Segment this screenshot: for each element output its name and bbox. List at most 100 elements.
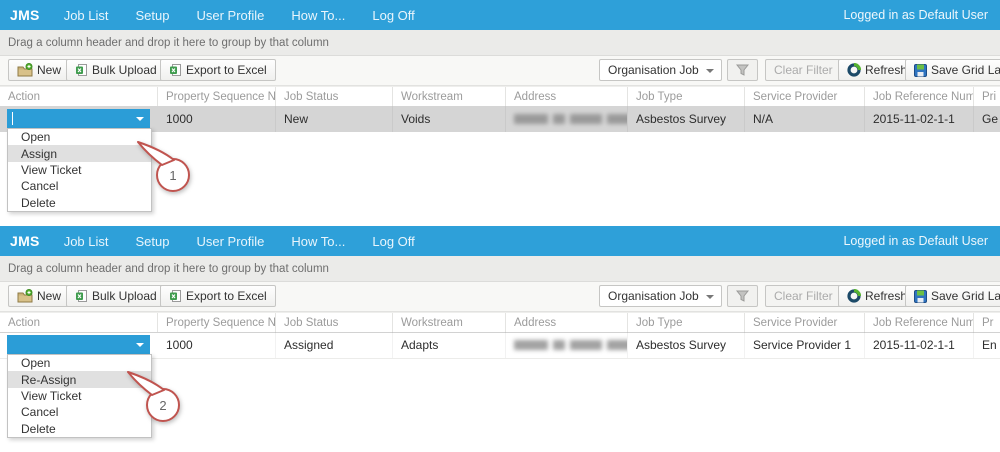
cell-service-provider: N/A (745, 106, 865, 132)
bulk-upload-button[interactable]: Bulk Upload (66, 59, 166, 81)
nav-item-user-profile[interactable]: User Profile (196, 8, 264, 23)
callout-balloon-1: 1 (137, 141, 190, 192)
view-selector-dropdown[interactable]: Organisation Job (599, 285, 722, 307)
cell-job-status: New (276, 106, 393, 132)
cell-address-redacted (506, 106, 628, 132)
top-nav-bar: JMS Job List Setup User Profile How To..… (0, 0, 1000, 30)
column-header-address[interactable]: Address (506, 87, 628, 106)
cell-job-type: Asbestos Survey (628, 332, 745, 358)
filter-button[interactable] (727, 59, 758, 81)
cell-job-reference-number: 2015-11-02-1-1 (865, 332, 974, 358)
save-grid-layout-button[interactable]: Save Grid Layout (905, 59, 1000, 81)
view-selector-value: Organisation Job (608, 289, 699, 303)
column-header-job-status[interactable]: Job Status (276, 313, 393, 332)
cell-property-sequence-no: 1000 (158, 332, 276, 358)
column-header-job-type[interactable]: Job Type (628, 87, 745, 106)
nav-item-how-to[interactable]: How To... (291, 234, 345, 249)
chevron-down-icon (706, 295, 714, 299)
excel-export-icon (170, 64, 181, 76)
action-combobox[interactable] (7, 109, 150, 128)
top-nav-bar: JMS Job List Setup User Profile How To..… (0, 226, 1000, 256)
filter-button[interactable] (727, 285, 758, 307)
column-header-priority[interactable]: Pr (974, 313, 1000, 332)
nav-item-user-profile[interactable]: User Profile (196, 234, 264, 249)
group-by-hint-text: Drag a column header and drop it here to… (8, 36, 329, 49)
cell-service-provider: Service Provider 1 (745, 332, 865, 358)
app-logo: JMS (10, 7, 40, 23)
nav-item-setup[interactable]: Setup (136, 8, 170, 23)
callout-number: 2 (159, 398, 166, 413)
export-to-excel-button[interactable]: Export to Excel (160, 59, 276, 81)
view-selector-dropdown[interactable]: Organisation Job (599, 59, 722, 81)
new-button-label: New (37, 63, 62, 77)
cell-property-sequence-no: 1000 (158, 106, 276, 132)
text-cursor (12, 112, 13, 125)
column-header-job-type[interactable]: Job Type (628, 313, 745, 332)
refresh-label: Refresh (865, 63, 908, 77)
callout-balloon-2: 2 (127, 371, 180, 422)
save-grid-layout-label: Save Grid Layout (931, 63, 1000, 77)
save-disk-icon (914, 63, 927, 77)
save-disk-icon (914, 289, 927, 303)
column-header-address[interactable]: Address (506, 313, 628, 332)
new-button-label: New (37, 289, 62, 303)
cell-workstream: Adapts (393, 332, 506, 358)
column-header-job-reference-number[interactable]: Job Reference Number (865, 313, 974, 332)
cell-address-redacted (506, 332, 628, 358)
excel-export-icon (170, 290, 181, 302)
save-grid-layout-button[interactable]: Save Grid Layout (905, 285, 1000, 307)
address-blur (514, 340, 627, 350)
new-folder-icon (17, 63, 33, 77)
screenshot-section-1: JMS Job List Setup User Profile How To..… (0, 0, 1000, 226)
group-by-hint-text: Drag a column header and drop it here to… (8, 262, 329, 275)
nav-item-setup[interactable]: Setup (136, 234, 170, 249)
clear-filter-button[interactable]: Clear Filter (765, 59, 842, 81)
column-header-job-reference-number[interactable]: Job Reference Number (865, 87, 974, 106)
column-header-service-provider[interactable]: Service Provider (745, 87, 865, 106)
app-logo: JMS (10, 233, 40, 249)
clear-filter-label: Clear Filter (774, 289, 833, 303)
grid-toolbar: New Bulk Upload Export to Excel Organisa… (0, 56, 1000, 86)
new-button[interactable]: New (8, 59, 71, 81)
nav-item-log-off[interactable]: Log Off (372, 234, 414, 249)
column-header-job-status[interactable]: Job Status (276, 87, 393, 106)
filter-funnel-icon (736, 290, 749, 302)
clear-filter-button[interactable]: Clear Filter (765, 285, 842, 307)
export-to-excel-button[interactable]: Export to Excel (160, 285, 276, 307)
save-grid-layout-label: Save Grid Layout (931, 289, 1000, 303)
cell-priority: En (982, 338, 997, 352)
action-combobox[interactable] (7, 335, 150, 354)
combobox-caret-icon (136, 117, 144, 121)
group-by-drop-zone: Drag a column header and drop it here to… (0, 30, 1000, 56)
cell-job-reference-number: 2015-11-02-1-1 (865, 106, 974, 132)
column-header-service-provider[interactable]: Service Provider (745, 313, 865, 332)
new-folder-icon (17, 289, 33, 303)
bulk-upload-button[interactable]: Bulk Upload (66, 285, 166, 307)
nav-item-log-off[interactable]: Log Off (372, 8, 414, 23)
column-header-action[interactable]: Action (0, 313, 158, 332)
column-header-workstream[interactable]: Workstream (393, 313, 506, 332)
column-header-priority[interactable]: Pri (974, 87, 1000, 106)
callout-number: 1 (169, 168, 176, 183)
jms-app: JMS Job List Setup User Profile How To..… (0, 0, 1000, 452)
refresh-label: Refresh (865, 289, 908, 303)
view-selector-value: Organisation Job (608, 63, 699, 77)
logged-in-status: Logged in as Default User (843, 234, 988, 248)
new-button[interactable]: New (8, 285, 71, 307)
cell-job-status: Assigned (276, 332, 393, 358)
nav-item-how-to[interactable]: How To... (291, 8, 345, 23)
combobox-caret-icon (136, 343, 144, 347)
nav-item-job-list[interactable]: Job List (64, 234, 109, 249)
grid-header-row: Action Property Sequence No Job Status W… (0, 312, 1000, 333)
nav-item-job-list[interactable]: Job List (64, 8, 109, 23)
export-to-excel-label: Export to Excel (186, 289, 267, 303)
grid-toolbar: New Bulk Upload Export to Excel Organisa… (0, 282, 1000, 312)
column-header-property-sequence-no[interactable]: Property Sequence No (158, 313, 276, 332)
grid-header-row: Action Property Sequence No Job Status W… (0, 86, 1000, 107)
export-to-excel-label: Export to Excel (186, 63, 267, 77)
filter-funnel-icon (736, 64, 749, 76)
column-header-workstream[interactable]: Workstream (393, 87, 506, 106)
column-header-property-sequence-no[interactable]: Property Sequence No (158, 87, 276, 106)
column-header-action[interactable]: Action (0, 87, 158, 106)
address-blur (514, 114, 627, 124)
